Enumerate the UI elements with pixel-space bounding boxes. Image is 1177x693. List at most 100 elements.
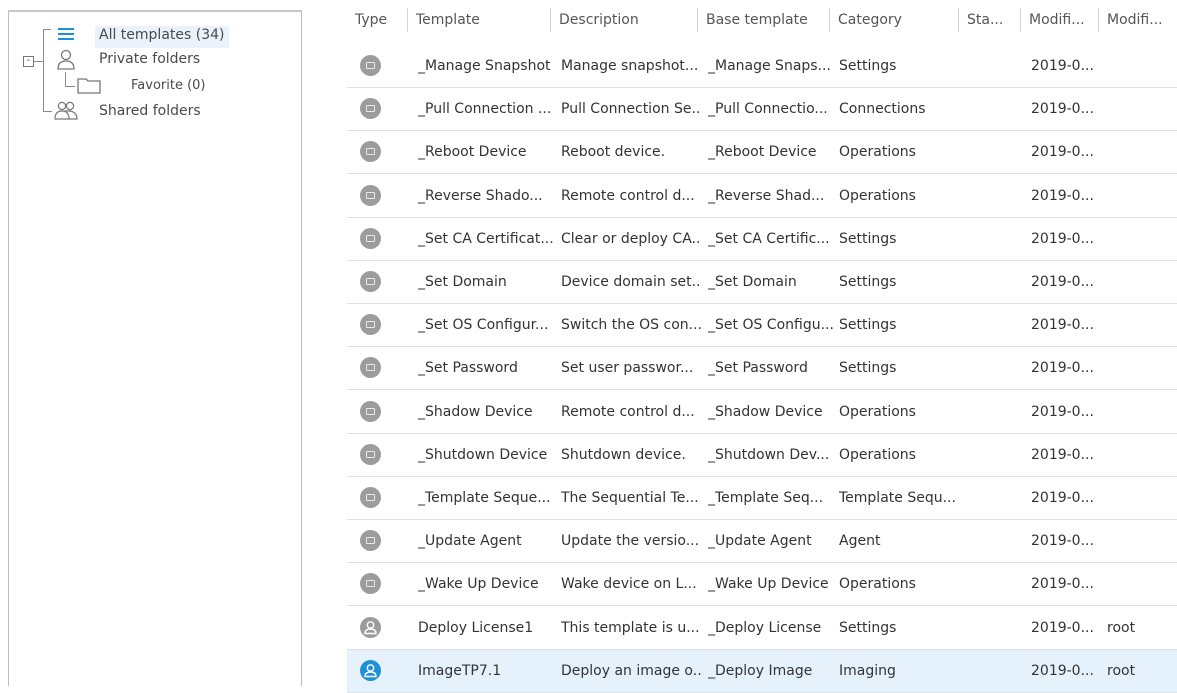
task-icon [360, 530, 381, 552]
cell-modified: 2019-0... [1031, 403, 1094, 420]
column-header-description[interactable]: Description [551, 8, 698, 32]
cell-base-template: _Shadow Device [708, 403, 823, 420]
cell-modified-by [1107, 434, 1173, 476]
cell-description: Wake device on L... [561, 576, 697, 593]
cell-modified: 2019-0... [1031, 360, 1094, 377]
tree-connector [34, 61, 44, 62]
task-icon [360, 98, 381, 120]
column-header-status[interactable]: Sta... [959, 8, 1021, 32]
tree-item-favorite[interactable]: Favorite (0) [131, 78, 206, 93]
task-icon [360, 271, 381, 292]
cell-category: Settings [839, 58, 897, 74]
table-row[interactable]: _Set Domain Device domain set... _Set Doma… [347, 261, 1177, 304]
cell-category: Imaging [839, 662, 896, 679]
cell-description: This template is u... [561, 619, 700, 636]
templates-table: Type Template Description Base template … [347, 0, 1177, 693]
user-template-icon [360, 659, 381, 681]
tree-connector [43, 29, 51, 30]
cell-category: Settings [839, 274, 897, 290]
cell-category: Operations [839, 576, 916, 593]
cell-category: Settings [839, 360, 897, 377]
tree-item-all-templates[interactable]: All templates (34) [99, 27, 225, 43]
cell-base-template: _Set Password [708, 360, 808, 377]
cell-modified: 2019-0... [1031, 576, 1094, 593]
column-header-category[interactable]: Category [830, 8, 959, 32]
cell-category: Operations [839, 144, 916, 161]
cell-category: Settings [839, 619, 897, 636]
cell-description: Remote control d... [561, 187, 695, 204]
cell-base-template: _Reboot Device [708, 144, 817, 161]
tree-item-shared-folders[interactable]: Shared folders [99, 103, 201, 119]
list-icon [57, 26, 75, 42]
tree-item-private-folders[interactable]: Private folders [99, 51, 200, 67]
task-icon [360, 141, 381, 163]
table-row[interactable]: _Pull Connection ... Pull Connection Se..… [347, 88, 1177, 132]
cell-modified-by [1107, 563, 1173, 605]
cell-category: Settings [839, 230, 897, 247]
table-row[interactable]: ImageTP7.1 Deploy an image o... _Deploy Im… [347, 649, 1177, 693]
table-row[interactable]: Deploy License1 This template is u... _Dep… [347, 607, 1177, 650]
cell-modified: 2019-0... [1031, 490, 1094, 506]
table-row[interactable]: _Set OS Configur... Switch the OS con... _… [347, 304, 1177, 348]
table-row[interactable]: _Shutdown Device Shutdown device. _Shutdow… [347, 434, 1177, 477]
cell-base-template: _Reverse Shad... [708, 187, 825, 204]
cell-template: _Manage Snapshot [418, 58, 551, 74]
column-header-type[interactable]: Type [347, 8, 408, 32]
cell-category: Template Sequ... [839, 490, 956, 506]
cell-description: Reboot device. [561, 144, 666, 161]
cell-base-template: _Set Domain [708, 274, 797, 290]
task-icon [360, 400, 381, 422]
cell-template: _Reverse Shado... [418, 187, 543, 204]
table-row[interactable]: _Set Password Set user passwor... _Set Pas… [347, 347, 1177, 391]
cell-base-template: _Wake Up Device [708, 576, 829, 593]
cell-description: Device domain set... [561, 274, 701, 290]
cell-base-template: _Deploy Image [708, 662, 813, 679]
cell-status [968, 563, 1020, 605]
users-icon [53, 101, 79, 121]
table-row[interactable]: _Wake Up Device Wake device on L... _Wake … [347, 563, 1177, 607]
cell-modified: 2019-0... [1031, 101, 1094, 118]
cell-status [968, 477, 1020, 519]
tree-connector [65, 86, 75, 87]
cell-base-template: _Shutdown Dev... [708, 446, 830, 463]
cell-status [968, 45, 1020, 87]
task-icon [360, 184, 381, 206]
cell-status [968, 391, 1020, 433]
cell-template: _Template Seque... [418, 490, 551, 506]
cell-modified: 2019-0... [1031, 230, 1094, 247]
cell-modified-by [1107, 218, 1173, 260]
column-header-template[interactable]: Template [408, 8, 551, 32]
table-row[interactable]: _Reboot Device Reboot device. _Reboot Devi… [347, 131, 1177, 175]
cell-description: Deploy an image o... [561, 662, 701, 679]
cell-status [968, 131, 1020, 173]
task-icon [360, 55, 381, 76]
cell-template: _Wake Up Device [418, 576, 539, 593]
cell-modified: 2019-0... [1031, 533, 1094, 550]
column-header-base-template[interactable]: Base template [698, 8, 830, 32]
cell-base-template: _Update Agent [708, 533, 812, 550]
cell-modified-by [1107, 477, 1173, 519]
cell-category: Operations [839, 187, 916, 204]
table-row[interactable]: _Shadow Device Remote control d... _Shadow… [347, 391, 1177, 434]
column-header-modified-by[interactable]: Modifi... [1099, 8, 1177, 32]
cell-base-template: _Deploy License [708, 619, 822, 636]
cell-status [968, 607, 1020, 649]
cell-base-template: _Template Seq... [708, 490, 824, 506]
cell-template: ImageTP7.1 [418, 662, 502, 679]
tree-expander-private[interactable]: - [23, 56, 34, 67]
cell-status [968, 347, 1020, 389]
table-row[interactable]: _Update Agent Update the versio... _Update… [347, 520, 1177, 564]
table-row[interactable]: _Template Seque... The Sequential Te... _T… [347, 477, 1177, 520]
task-icon [360, 443, 381, 465]
table-row[interactable]: _Manage Snapshot Manage snapshot... _Manag… [347, 45, 1177, 88]
cell-template: _Shutdown Device [418, 446, 548, 463]
cell-description: Set user passwor... [561, 360, 694, 377]
cell-description: Shutdown device. [561, 446, 686, 463]
table-row[interactable]: _Set CA Certificat... Clear or deploy CA.… [347, 218, 1177, 261]
cell-category: Settings [839, 317, 897, 334]
column-header-modified[interactable]: Modifi... [1021, 8, 1099, 32]
cell-template: _Pull Connection ... [418, 101, 552, 118]
cell-status [968, 218, 1020, 260]
table-row[interactable]: _Reverse Shado... Remote control d... _Rev… [347, 175, 1177, 218]
cell-modified-by: root [1107, 662, 1136, 679]
